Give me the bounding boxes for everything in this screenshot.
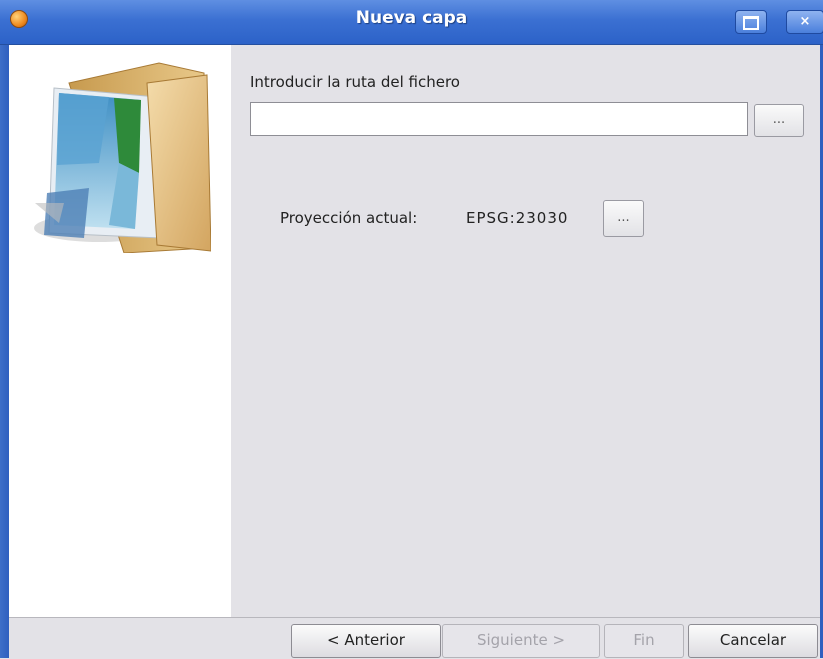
folder-with-pictures-icon [34, 62, 211, 253]
window-left-border [0, 0, 9, 658]
maximize-icon [743, 16, 759, 30]
finish-button[interactable]: Fin [604, 624, 684, 658]
file-path-label: Introducir la ruta del fichero [250, 73, 460, 91]
next-button[interactable]: Siguiente > [442, 624, 600, 658]
change-projection-button[interactable]: ... [603, 200, 644, 237]
window-title: Nueva capa [355, 8, 468, 28]
title-bar[interactable]: Nueva capa × [0, 0, 823, 45]
maximize-button[interactable] [735, 10, 767, 34]
side-panel [9, 45, 231, 617]
cancel-button[interactable]: Cancelar [688, 624, 818, 658]
projection-value: EPSG:23030 [466, 209, 569, 227]
browse-file-button[interactable]: ... [754, 104, 804, 137]
file-path-input[interactable] [250, 102, 748, 136]
projection-label: Proyección actual: [280, 209, 418, 227]
previous-button[interactable]: < Anterior [291, 624, 441, 658]
close-button[interactable]: × [786, 10, 823, 34]
close-icon: × [799, 14, 811, 29]
